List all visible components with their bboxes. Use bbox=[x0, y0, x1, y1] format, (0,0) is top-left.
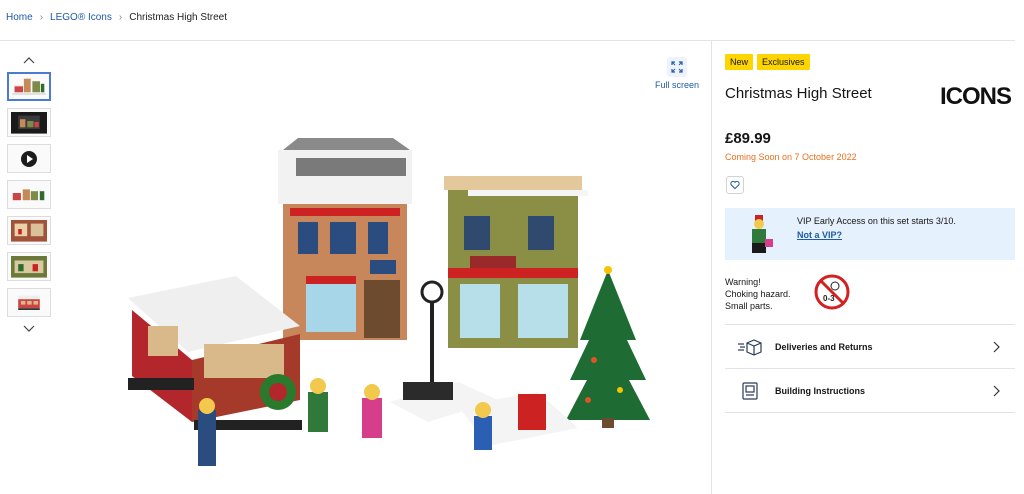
thumbnail-6[interactable] bbox=[7, 252, 51, 281]
product-badges: New Exclusives bbox=[725, 54, 810, 70]
chevron-down-icon[interactable] bbox=[22, 324, 36, 334]
thumbnail-video[interactable] bbox=[7, 144, 51, 173]
thumbnail-1[interactable] bbox=[7, 72, 51, 101]
choking-warning: Warning! Choking hazard. Small parts. bbox=[725, 276, 791, 312]
breadcrumb: Home › LEGO® Icons › Christmas High Stre… bbox=[6, 12, 227, 23]
breadcrumb-category-link[interactable]: LEGO® Icons bbox=[50, 12, 112, 23]
thumbnail-4[interactable] bbox=[7, 180, 51, 209]
chevron-right-icon: › bbox=[118, 12, 123, 23]
warning-line: Small parts. bbox=[725, 301, 773, 311]
shop-building-illustration bbox=[444, 176, 588, 348]
thumbnail-strip bbox=[6, 55, 52, 334]
chevron-up-icon[interactable] bbox=[22, 55, 36, 65]
vip-minifigure-icon bbox=[752, 215, 773, 253]
badge-exclusives: Exclusives bbox=[757, 54, 810, 70]
breadcrumb-home-link[interactable]: Home bbox=[6, 12, 33, 23]
badge-new: New bbox=[725, 54, 754, 70]
brick-building-illustration bbox=[278, 138, 412, 340]
product-main-image bbox=[128, 138, 650, 466]
product-price: £89.99 bbox=[725, 130, 771, 147]
header-divider bbox=[0, 40, 1015, 41]
thumbnail-street-scene-image bbox=[12, 78, 46, 95]
divider bbox=[725, 412, 1015, 413]
thumbnail-2[interactable] bbox=[7, 108, 51, 137]
building-instructions-label: Building Instructions bbox=[775, 386, 865, 396]
thumbnail-interior-image bbox=[11, 220, 47, 242]
fullscreen-label: Full screen bbox=[654, 80, 699, 90]
heart-icon bbox=[730, 180, 740, 190]
wishlist-button[interactable] bbox=[726, 176, 744, 194]
product-title: Christmas High Street bbox=[725, 85, 872, 102]
christmas-tree-illustration bbox=[566, 266, 650, 428]
svg-text:ICONS: ICONS bbox=[940, 83, 1012, 110]
play-icon bbox=[21, 150, 37, 167]
thumbnail-5[interactable] bbox=[7, 216, 51, 245]
delivery-icon bbox=[738, 339, 762, 356]
thumbnail-box-image bbox=[11, 112, 47, 134]
vip-banner: VIP Early Access on this set starts 3/10… bbox=[725, 208, 1015, 260]
chevron-right-icon: › bbox=[39, 12, 44, 23]
warning-line: Choking hazard. bbox=[725, 289, 791, 299]
chevron-right-icon bbox=[993, 341, 1000, 353]
thumbnail-tram-image bbox=[18, 295, 40, 310]
building-instructions-row[interactable]: Building Instructions bbox=[725, 370, 1015, 412]
fullscreen-button[interactable]: Full screen bbox=[648, 57, 706, 90]
tram-illustration bbox=[128, 276, 302, 430]
divider bbox=[725, 368, 1015, 369]
warning-line: Warning! bbox=[725, 277, 761, 287]
availability-status: Coming Soon on 7 October 2022 bbox=[725, 152, 857, 162]
clock-post-illustration bbox=[420, 280, 444, 390]
not-a-vip-link[interactable]: Not a VIP? bbox=[797, 230, 842, 240]
deliveries-returns-row[interactable]: Deliveries and Returns bbox=[725, 326, 1015, 368]
vip-early-access-text: VIP Early Access on this set starts 3/10… bbox=[797, 216, 956, 226]
divider bbox=[725, 324, 1015, 325]
breadcrumb-current: Christmas High Street bbox=[129, 12, 228, 23]
thumbnail-shop-image bbox=[11, 256, 47, 278]
thumbnail-street-wide-image bbox=[12, 189, 45, 201]
deliveries-returns-label: Deliveries and Returns bbox=[775, 342, 873, 352]
thumbnail-7[interactable] bbox=[7, 288, 51, 317]
column-divider bbox=[711, 40, 712, 494]
instructions-icon bbox=[742, 382, 758, 400]
expand-icon bbox=[667, 57, 687, 77]
age-warning-icon: 0-3 bbox=[814, 274, 850, 310]
icons-brand-logo[interactable]: ICONS bbox=[938, 82, 1016, 110]
chevron-right-icon bbox=[993, 385, 1000, 397]
